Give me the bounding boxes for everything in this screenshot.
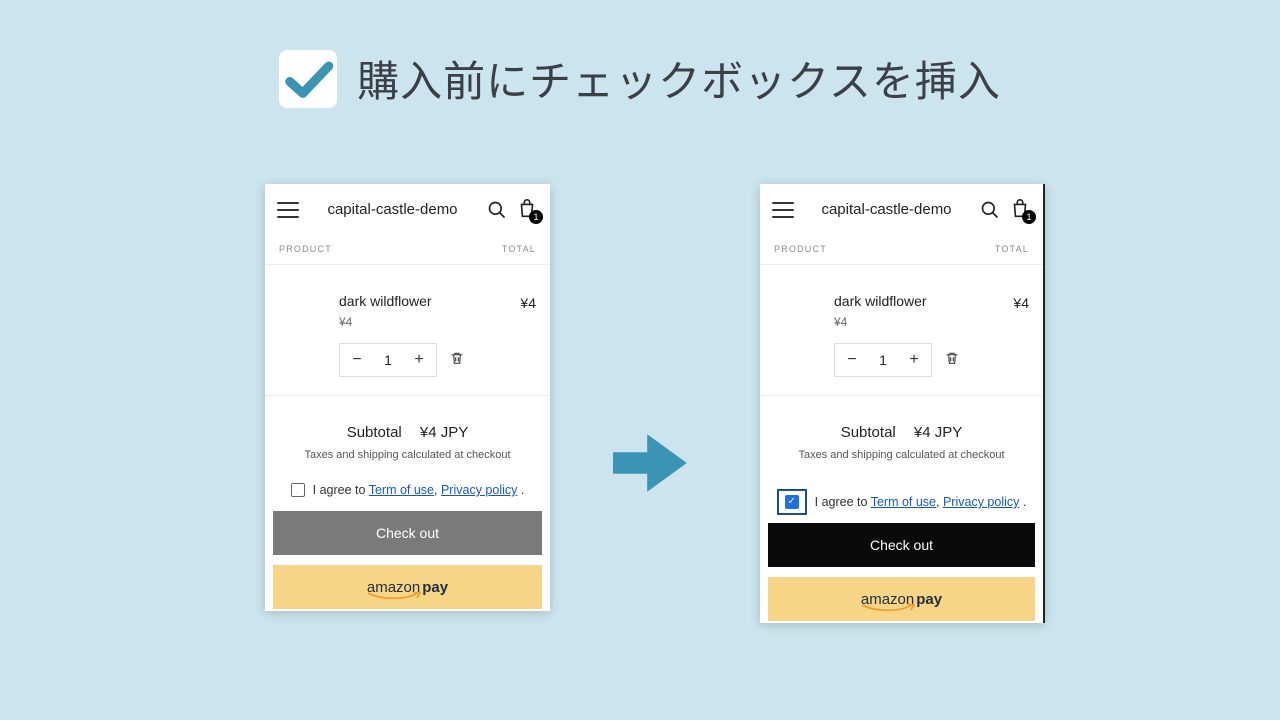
qty-increase-button[interactable]: +: [897, 344, 931, 376]
phone-before: capital-castle-demo 1 PRODUCT TOTAL dark…: [265, 184, 550, 611]
subtotal-value: ¥4 JPY: [420, 424, 468, 441]
amazon-pay-logo: amazonpay: [861, 591, 942, 608]
subtotal-label: Subtotal: [841, 424, 896, 441]
line-total: ¥4: [1013, 293, 1029, 311]
headline-text: 購入前にチェックボックスを挿入: [357, 48, 1001, 109]
quantity-stepper: − 1 +: [834, 343, 932, 377]
amazon-pay-logo: amazonpay: [367, 579, 448, 596]
trash-icon[interactable]: [944, 350, 960, 371]
cart-count-badge: 1: [529, 210, 543, 224]
checkmark-icon: [279, 50, 337, 108]
terms-link[interactable]: Term of use: [369, 483, 434, 497]
phone-after: capital-castle-demo 1 PRODUCT TOTAL dark…: [760, 184, 1045, 623]
store-title: capital-castle-demo: [802, 201, 971, 218]
agree-text: I agree to Term of use, Privacy policy .: [313, 483, 525, 497]
headline: 購入前にチェックボックスを挿入: [0, 48, 1280, 109]
search-icon[interactable]: [486, 199, 508, 221]
agree-checkbox[interactable]: [291, 483, 305, 497]
store-title: capital-castle-demo: [307, 201, 478, 218]
cart-icon[interactable]: 1: [516, 198, 540, 222]
qty-value: 1: [374, 352, 402, 368]
checkout-button[interactable]: Check out: [768, 523, 1035, 567]
product-unit-price: ¥4: [834, 315, 1003, 329]
privacy-link[interactable]: Privacy policy: [441, 483, 517, 497]
amazon-pay-button[interactable]: amazonpay: [768, 577, 1035, 621]
qty-value: 1: [869, 352, 897, 368]
arrow-right-icon: [604, 418, 694, 513]
agree-row: I agree to Term of use, Privacy policy .: [760, 483, 1043, 523]
product-thumbnail: [774, 293, 824, 349]
qty-increase-button[interactable]: +: [402, 344, 436, 376]
cart-count-badge: 1: [1022, 210, 1036, 224]
product-name: dark wildflower: [339, 293, 510, 309]
product-unit-price: ¥4: [339, 315, 510, 329]
amazon-pay-button[interactable]: amazonpay: [273, 565, 542, 609]
cart-item: dark wildflower ¥4 − 1 + ¥4: [265, 265, 550, 395]
agree-checkbox[interactable]: [785, 495, 799, 509]
search-icon[interactable]: [979, 199, 1001, 221]
col-total: TOTAL: [995, 244, 1029, 254]
trash-icon[interactable]: [449, 350, 465, 371]
col-total: TOTAL: [502, 244, 536, 254]
subtotal-label: Subtotal: [347, 424, 402, 441]
tax-note: Taxes and shipping calculated at checkou…: [265, 449, 550, 483]
menu-icon[interactable]: [772, 197, 794, 223]
col-product: PRODUCT: [279, 244, 332, 254]
menu-icon[interactable]: [277, 197, 299, 223]
agree-text: I agree to Term of use, Privacy policy .: [815, 495, 1027, 509]
quantity-stepper: − 1 +: [339, 343, 437, 377]
line-total: ¥4: [520, 293, 536, 311]
agree-row: I agree to Term of use, Privacy policy .: [265, 483, 550, 511]
col-product: PRODUCT: [774, 244, 827, 254]
checkout-button[interactable]: Check out: [273, 511, 542, 555]
subtotal-value: ¥4 JPY: [914, 424, 962, 441]
qty-decrease-button[interactable]: −: [835, 344, 869, 376]
product-thumbnail: [279, 293, 329, 349]
terms-link[interactable]: Term of use: [871, 495, 936, 509]
product-name: dark wildflower: [834, 293, 1003, 309]
agree-highlight-box: [777, 489, 807, 515]
cart-icon[interactable]: 1: [1009, 198, 1033, 222]
qty-decrease-button[interactable]: −: [340, 344, 374, 376]
tax-note: Taxes and shipping calculated at checkou…: [760, 449, 1043, 483]
cart-item: dark wildflower ¥4 − 1 + ¥4: [760, 265, 1043, 395]
privacy-link[interactable]: Privacy policy: [943, 495, 1019, 509]
